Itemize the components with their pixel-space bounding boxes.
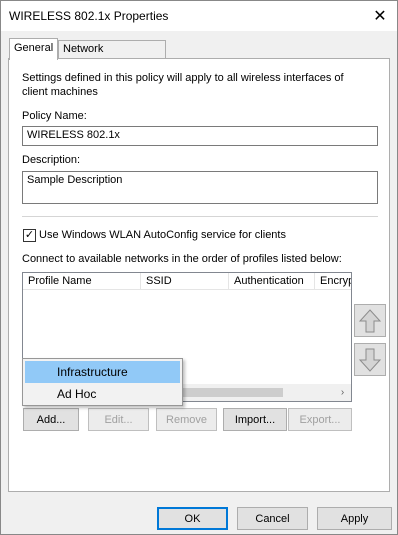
ok-button[interactable]: OK [157, 507, 228, 530]
policy-name-label: Policy Name: [22, 110, 87, 122]
wlan-autoconfig-checkbox[interactable]: ✓ [23, 229, 36, 242]
add-dropdown-menu: Infrastructure Ad Hoc [22, 358, 183, 406]
export-button[interactable]: Export... [288, 408, 352, 431]
column-profile-name[interactable]: Profile Name [23, 273, 141, 290]
add-button[interactable]: Add... [23, 408, 79, 431]
menu-item-ad-hoc[interactable]: Ad Hoc [25, 383, 180, 405]
arrow-up-icon [358, 308, 382, 332]
properties-dialog: WIRELESS 802.1x Properties ✕ General Net… [0, 0, 398, 535]
general-tab-panel: Settings defined in this policy will app… [8, 58, 390, 492]
policy-name-field[interactable]: WIRELESS 802.1x [22, 126, 378, 146]
column-authentication[interactable]: Authentication [229, 273, 315, 290]
edit-button[interactable]: Edit... [88, 408, 149, 431]
title-bar: WIRELESS 802.1x Properties ✕ [1, 1, 397, 31]
window-title: WIRELESS 802.1x Properties [9, 9, 169, 23]
description-field[interactable]: Sample Description [22, 171, 378, 204]
import-button[interactable]: Import... [223, 408, 287, 431]
description-label: Description: [22, 154, 81, 166]
arrow-down-icon [358, 348, 382, 372]
menu-item-infrastructure[interactable]: Infrastructure [25, 361, 180, 383]
scroll-right-icon[interactable]: › [334, 384, 351, 401]
remove-button[interactable]: Remove [156, 408, 217, 431]
column-ssid[interactable]: SSID [141, 273, 229, 290]
close-icon[interactable]: ✕ [363, 1, 397, 31]
tab-network-permissions[interactable]: Network Permissions [58, 40, 166, 72]
move-down-button[interactable] [354, 343, 386, 376]
apply-button[interactable]: Apply [317, 507, 392, 530]
profiles-label: Connect to available networks in the ord… [22, 253, 342, 265]
separator [22, 216, 378, 217]
tab-general[interactable]: General [9, 38, 58, 60]
cancel-button[interactable]: Cancel [237, 507, 308, 530]
wlan-autoconfig-label: Use Windows WLAN AutoConfig service for … [39, 229, 286, 241]
intro-text: Settings defined in this policy will app… [22, 72, 344, 98]
column-encryption[interactable]: Encryption [315, 273, 351, 290]
move-up-button[interactable] [354, 304, 386, 337]
